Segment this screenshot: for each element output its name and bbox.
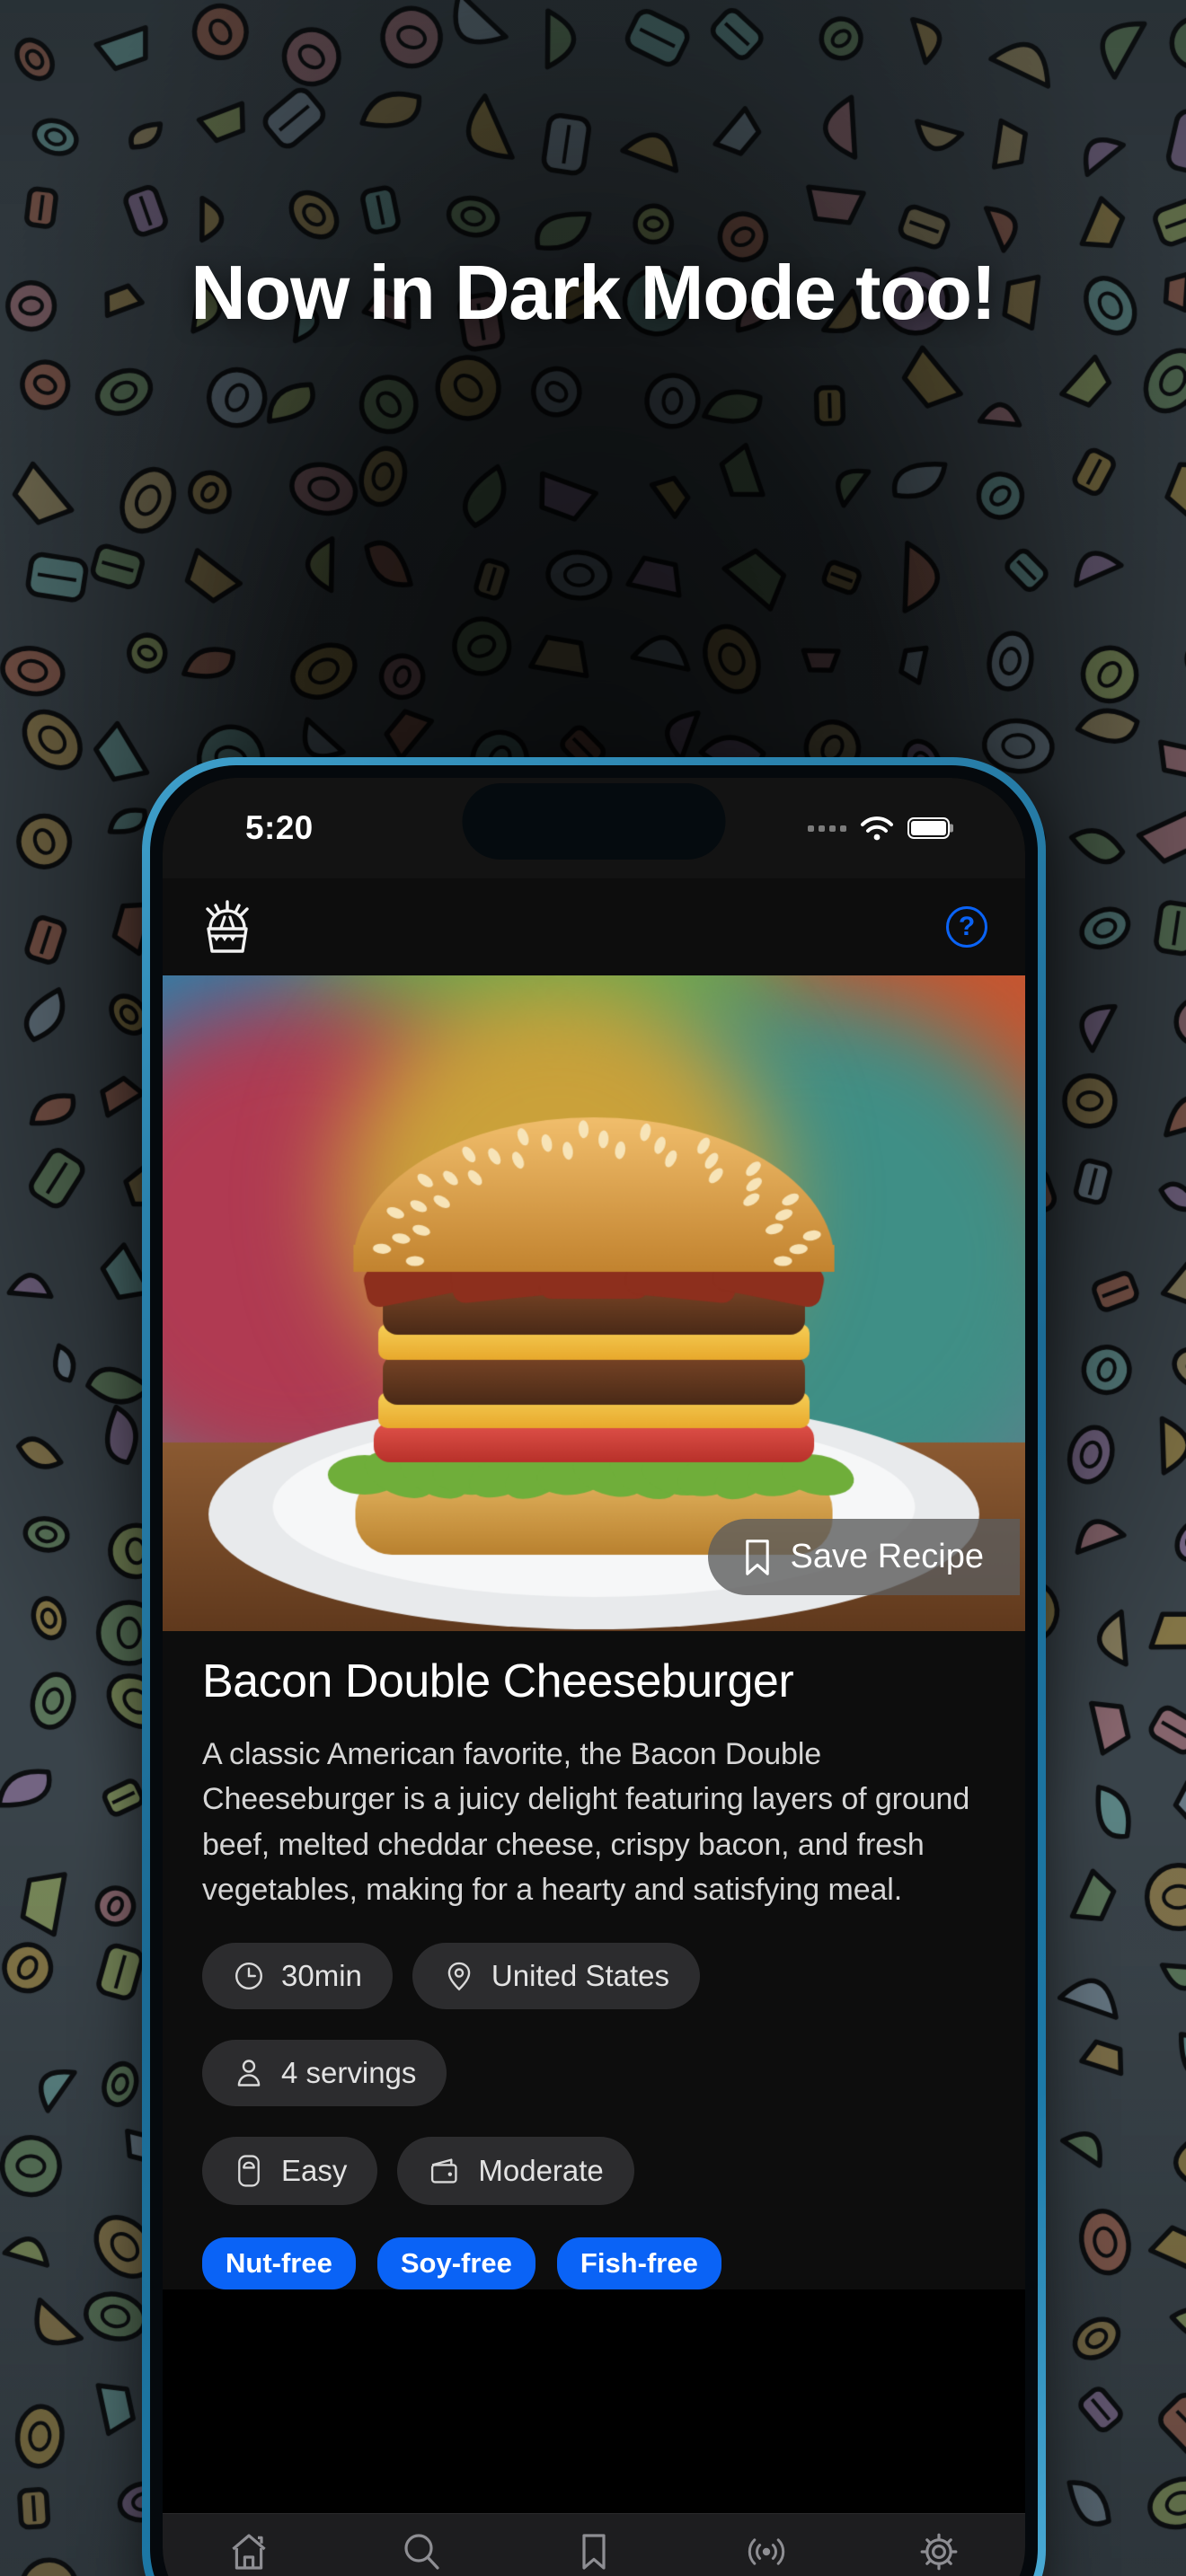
app-header: ? xyxy=(163,878,1025,975)
podcast-icon xyxy=(748,2538,785,2565)
badge-fish-free[interactable]: Fish-free xyxy=(556,2237,721,2290)
save-recipe-button[interactable]: Save Recipe xyxy=(707,1519,1020,1595)
chip-duration-label: 30min xyxy=(281,1959,362,1993)
recipe-hero-image[interactable]: Save Recipe xyxy=(163,975,1025,1631)
recipe-content: Bacon Double Cheeseburger A classic Amer… xyxy=(163,1631,1025,2290)
save-recipe-label: Save Recipe xyxy=(790,1538,984,1575)
chip-cost-label: Moderate xyxy=(478,2154,604,2188)
person-icon xyxy=(237,2060,261,2086)
bottom-tab-bar: Home Search Saved xyxy=(163,2513,1025,2576)
home-icon xyxy=(232,2534,266,2570)
chip-difficulty-label: Easy xyxy=(281,2154,348,2188)
phone-screen: 5:20 ? Save Recipe Bacon Double Cheesebu… xyxy=(163,778,1025,2576)
bookmark-icon xyxy=(745,1539,769,1575)
status-bar: 5:20 xyxy=(163,778,1025,878)
chip-servings-label: 4 servings xyxy=(281,2056,417,2090)
phone-bezel: 5:20 ? Save Recipe Bacon Double Cheesebu… xyxy=(150,765,1038,2576)
allergen-badges: Nut-free Soy-free Fish-free xyxy=(202,2237,986,2290)
search-icon xyxy=(404,2534,439,2570)
pin-icon xyxy=(447,1962,471,1991)
recipe-meta-row-2: 4 servings xyxy=(202,2040,986,2107)
signal-dots-icon xyxy=(808,825,846,832)
chip-duration[interactable]: 30min xyxy=(202,1943,393,2010)
chip-cost[interactable]: Moderate xyxy=(397,2137,634,2206)
recipe-description: A classic American favorite, the Bacon D… xyxy=(202,1737,970,1907)
status-bar-time: 5:20 xyxy=(245,809,314,846)
tab-search[interactable]: Search xyxy=(335,2530,508,2576)
recipe-title: Bacon Double Cheeseburger xyxy=(202,1655,794,1707)
picnic-basket-logo-icon[interactable] xyxy=(200,899,254,955)
tab-home[interactable]: Home xyxy=(163,2530,335,2576)
badge-soy-free[interactable]: Soy-free xyxy=(376,2237,535,2290)
gear-icon xyxy=(920,2533,958,2571)
battery-full-icon xyxy=(907,817,950,839)
tab-saved[interactable]: Saved xyxy=(508,2530,680,2576)
recipe-meta-row-3: Easy Moderate xyxy=(202,2137,986,2206)
phone-mockup: 5:20 ? Save Recipe Bacon Double Cheesebu… xyxy=(142,757,1046,2576)
chef-hat-icon xyxy=(238,2155,260,2187)
help-circle-icon[interactable]: ? xyxy=(946,906,987,948)
status-bar-indicators xyxy=(808,816,950,841)
chip-origin[interactable]: United States xyxy=(412,1943,701,2010)
promo-headline: Now in Dark Mode too! xyxy=(190,251,996,336)
tab-settings[interactable]: Settings xyxy=(853,2530,1025,2576)
chip-servings[interactable]: 4 servings xyxy=(202,2040,447,2107)
recipe-meta-row-1: 30min United States xyxy=(202,1943,986,2010)
chip-difficulty[interactable]: Easy xyxy=(202,2137,378,2206)
tab-podcast[interactable]: Podcast xyxy=(680,2530,853,2576)
dynamic-island xyxy=(462,783,726,860)
chip-origin-label: United States xyxy=(491,1959,670,1993)
help-label: ? xyxy=(958,912,976,941)
badge-nut-free[interactable]: Nut-free xyxy=(202,2237,356,2290)
wifi-icon xyxy=(861,816,893,841)
wallet-icon xyxy=(431,2158,457,2183)
clock-icon xyxy=(235,1963,262,1990)
bookmark-icon xyxy=(582,2534,606,2570)
